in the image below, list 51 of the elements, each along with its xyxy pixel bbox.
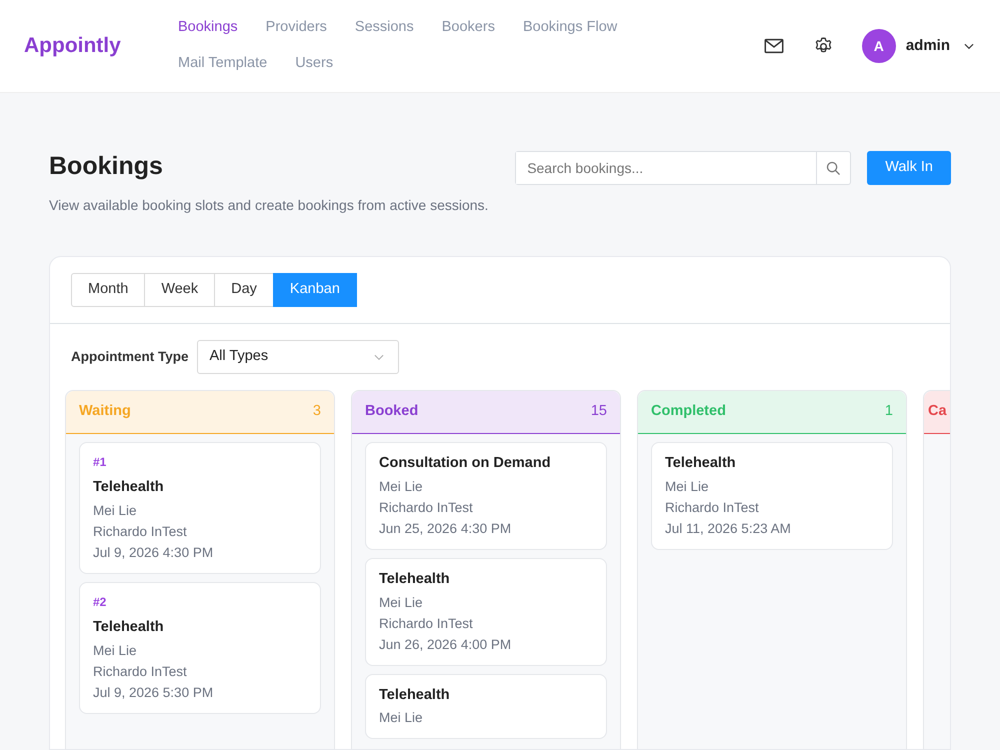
provider-name: Richardo InTest <box>379 498 474 517</box>
booker-name: Mei Lie <box>665 478 710 496</box>
booker-name: Mei Lie <box>379 709 424 728</box>
booking-card[interactable]: Telehealth Mei Lie Richardo InTest Jun 26, 2026 4:00 PM <box>365 558 607 666</box>
booking-title: Telehealth <box>379 686 451 704</box>
booking-title: Telehealth <box>93 618 165 637</box>
search-icon[interactable] <box>825 160 842 176</box>
booking-card[interactable]: Telehealth Mei Lie <box>365 674 607 740</box>
booking-time: Jun 26, 2026 4:00 PM <box>379 636 512 654</box>
column-title: Ca <box>928 402 947 422</box>
booking-card[interactable]: #1 Telehealth Mei Lie Richardo InTest Jul 9, 2026 4:30 PM <box>79 442 321 574</box>
provider-name: Richardo InTest <box>379 614 474 632</box>
booker-name: Mei Lie <box>93 502 138 520</box>
booking-number: #1 <box>93 454 108 471</box>
column-title: Waiting <box>79 402 131 422</box>
booker-name: Mei Lie <box>93 642 138 660</box>
booking-title: Telehealth <box>665 454 737 473</box>
booking-time: Jun 25, 2026 4:30 PM <box>379 520 512 538</box>
column-count: 15 <box>590 402 607 422</box>
column-count: 1 <box>884 402 893 422</box>
booking-card[interactable]: Telehealth Mei Lie Richardo InTest Jul 11, 2026 5:23 AM <box>651 442 893 550</box>
booker-name: Mei Lie <box>379 478 424 496</box>
booking-card[interactable]: Consultation on Demand Mei Lie Richardo InTest Jun 25, 2026 4:30 PM <box>365 442 607 550</box>
user-avatar: A <box>862 29 896 63</box>
booking-card[interactable]: #2 Telehealth Mei Lie Richardo InTest Jul 9, 2026 5:30 PM <box>79 582 321 714</box>
page-title: Bookings <box>49 151 164 181</box>
provider-name: Richardo InTest <box>93 522 188 541</box>
booking-number: #2 <box>93 594 108 611</box>
nav-link-item[interactable]: Bookings <box>178 17 238 39</box>
type-select[interactable]: All Types <box>196 340 398 374</box>
provider-name: Richardo InTest <box>93 662 188 680</box>
booker-name: Mei Lie <box>379 594 424 612</box>
booking-time: Jul 11, 2026 5:23 AM <box>665 520 792 538</box>
view-tab[interactable]: Month <box>71 273 146 307</box>
view-tab[interactable]: Week <box>144 273 216 307</box>
booking-title: Telehealth <box>379 570 451 589</box>
brand-logo[interactable]: Appointly <box>24 30 154 62</box>
booking-title: Consultation on Demand <box>379 454 552 473</box>
booking-title: Telehealth <box>93 478 165 497</box>
column-count: 3 <box>312 402 321 422</box>
search-field[interactable]: Search bookings... <box>515 151 852 185</box>
column-title: Completed <box>651 402 726 422</box>
provider-name: Richardo InTest <box>665 498 760 517</box>
view-tab[interactable]: Day <box>214 273 274 307</box>
column-title: Booked <box>365 402 418 422</box>
booking-time: Jul 9, 2026 5:30 PM <box>93 684 214 702</box>
user-name: admin <box>906 36 950 56</box>
booking-time: Jul 9, 2026 4:30 PM <box>93 544 214 562</box>
filter-label: Appointment Type <box>71 348 188 366</box>
user-menu[interactable]: A admin <box>862 29 976 63</box>
page-subtitle: View available booking slots and create bookings from active sessions. <box>49 196 490 215</box>
